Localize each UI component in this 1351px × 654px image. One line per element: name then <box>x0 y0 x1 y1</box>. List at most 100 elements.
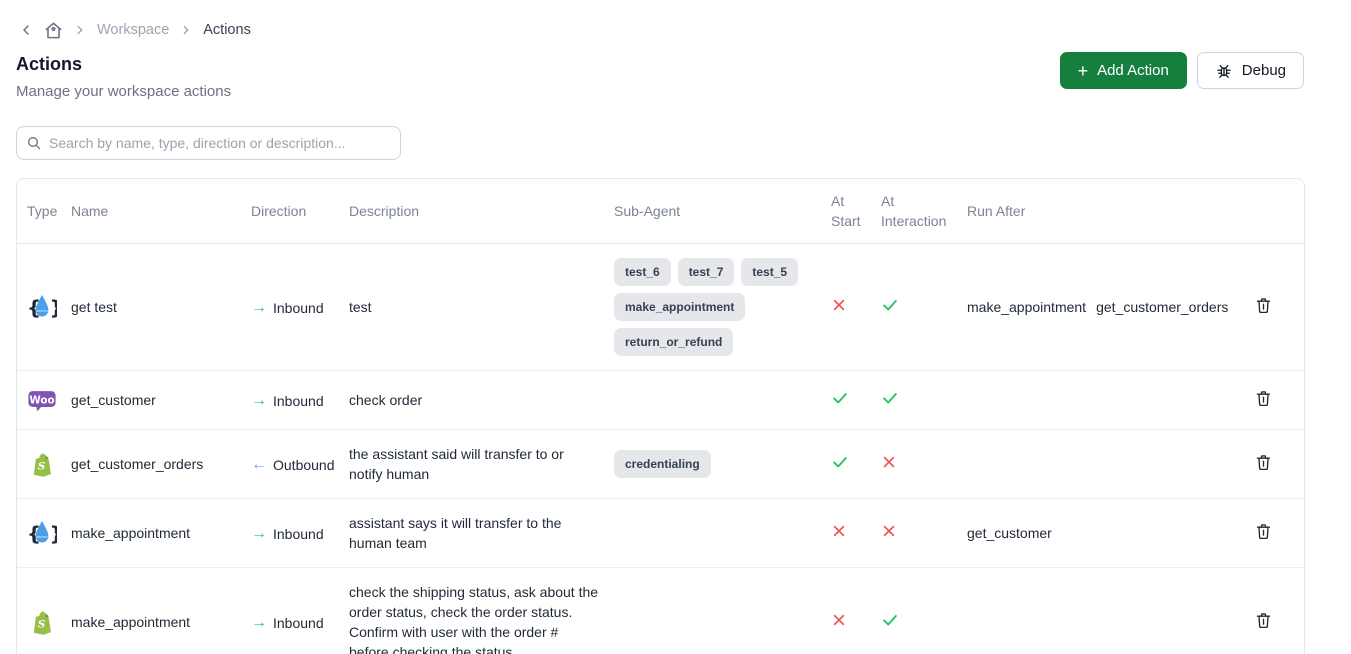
type-cell: {}RESTful <box>27 504 71 562</box>
trash-icon <box>1254 296 1273 318</box>
svg-text:Woo: Woo <box>29 394 54 406</box>
column-header-name: Name <box>71 189 251 233</box>
run-after-cell <box>967 608 1250 636</box>
direction-label: Outbound <box>273 455 335 475</box>
direction-value: → Inbound <box>251 524 324 544</box>
action-name: make_appointment <box>71 598 251 646</box>
row-actions-cell <box>1250 504 1294 562</box>
column-header-at-interaction: At Interaction <box>881 179 967 243</box>
back-chevron-icon[interactable] <box>18 22 34 38</box>
debug-button[interactable]: Debug <box>1197 52 1304 89</box>
sub-agent-cell <box>614 519 831 547</box>
add-action-button[interactable]: + Add Action <box>1060 52 1187 89</box>
cross-icon <box>881 454 897 475</box>
delete-action-button[interactable] <box>1250 292 1277 322</box>
column-header-direction: Direction <box>251 189 349 233</box>
bug-icon <box>1215 62 1233 80</box>
trash-icon <box>1254 389 1273 411</box>
search-icon <box>26 135 42 156</box>
action-name: get test <box>71 283 251 331</box>
direction-value: →Inbound <box>251 298 324 318</box>
type-cell: {}RESTful <box>27 278 71 336</box>
svg-text:}: } <box>50 523 58 546</box>
table-body: {}RESTfulget test→Inboundtesttest_6test_… <box>17 244 1304 654</box>
column-header-actions <box>1250 199 1294 223</box>
direction-cell: ←Outbound <box>251 440 349 489</box>
at-interaction-cell <box>881 375 967 426</box>
check-icon <box>831 389 849 412</box>
sub-agent-chip: return_or_refund <box>614 328 733 356</box>
sub-agent-chip: test_5 <box>741 258 798 286</box>
rest-api-icon: {}RESTful <box>27 292 57 322</box>
breadcrumb-workspace-link[interactable]: Workspace <box>97 22 169 38</box>
row-actions-cell <box>1250 593 1294 651</box>
direction-value: →Inbound <box>251 391 324 411</box>
chevron-right-icon <box>179 23 193 37</box>
sub-agent-chip: test_7 <box>678 258 735 286</box>
delete-action-button[interactable] <box>1250 449 1277 479</box>
sub-agent-chip: credentialing <box>614 450 711 478</box>
type-cell: Woo <box>27 371 71 429</box>
column-header-run-after: Run After <box>967 189 1250 233</box>
arrow-right-icon: → <box>251 393 267 409</box>
cross-icon <box>831 297 847 318</box>
at-start-cell <box>831 283 881 332</box>
rest-api-icon: {}RESTful <box>27 518 57 548</box>
actions-table: Type Name Direction Description Sub-Agen… <box>16 178 1305 654</box>
column-header-at-start: At Start <box>831 179 881 243</box>
arrow-right-icon: → <box>251 526 267 542</box>
at-interaction-cell <box>881 282 967 333</box>
table-row: Smake_appointment→Inboundcheck the shipp… <box>17 568 1304 654</box>
search-bar <box>16 126 401 160</box>
row-actions-cell <box>1250 371 1294 429</box>
action-name: get_customer_orders <box>71 440 251 488</box>
check-icon <box>881 611 899 634</box>
direction-cell: →Inbound <box>251 598 349 647</box>
action-name: get_customer <box>71 376 251 424</box>
trash-icon <box>1254 611 1273 633</box>
chevron-right-icon <box>73 23 87 37</box>
svg-text:RESTful: RESTful <box>36 309 48 313</box>
direction-cell: →Inbound <box>251 283 349 332</box>
row-actions-cell <box>1250 278 1294 336</box>
sub-agent-chip: test_6 <box>614 258 671 286</box>
at-start-cell <box>831 509 881 558</box>
at-interaction-cell <box>881 509 967 558</box>
shopify-icon: S <box>27 449 57 479</box>
delete-action-button[interactable] <box>1250 385 1277 415</box>
run-after-list: make_appointmentget_customer_orders <box>967 297 1236 317</box>
svg-text:RESTful: RESTful <box>36 535 48 539</box>
trash-icon <box>1254 522 1273 544</box>
run-after-cell: get_customer <box>967 509 1250 557</box>
search-input[interactable] <box>16 126 401 160</box>
woocommerce-icon: Woo <box>27 385 57 415</box>
sub-agent-cell <box>614 608 831 636</box>
direction-label: Inbound <box>273 298 324 318</box>
home-icon[interactable] <box>44 21 63 40</box>
column-header-sub-agent: Sub-Agent <box>614 189 831 233</box>
at-interaction-cell <box>881 597 967 648</box>
run-after-cell <box>967 450 1250 478</box>
column-header-description: Description <box>349 189 614 233</box>
table-row: {}RESTfulmake_appointment→Inboundassista… <box>17 499 1304 568</box>
table-header-row: Type Name Direction Description Sub-Agen… <box>17 179 1304 244</box>
sub-agent-cell: credentialing <box>614 436 831 492</box>
action-description: test <box>349 283 614 331</box>
page-title: Actions <box>16 54 231 75</box>
svg-text:S: S <box>38 619 46 631</box>
direction-label: Inbound <box>273 524 324 544</box>
table-row: Sget_customer_orders←Outboundthe assista… <box>17 430 1304 499</box>
arrow-right-icon: → <box>251 615 267 631</box>
cross-icon <box>881 523 897 544</box>
debug-label: Debug <box>1242 62 1286 79</box>
delete-action-button[interactable] <box>1250 518 1277 548</box>
delete-action-button[interactable] <box>1250 607 1277 637</box>
cross-icon <box>831 612 847 633</box>
table-row: {}RESTfulget test→Inboundtesttest_6test_… <box>17 244 1304 371</box>
plus-icon: + <box>1078 62 1089 80</box>
at-interaction-cell <box>881 440 967 489</box>
sub-agent-chips: credentialing <box>614 450 817 478</box>
breadcrumb-current: Actions <box>203 22 251 38</box>
type-cell: S <box>27 435 71 493</box>
direction-value: ←Outbound <box>251 455 335 475</box>
